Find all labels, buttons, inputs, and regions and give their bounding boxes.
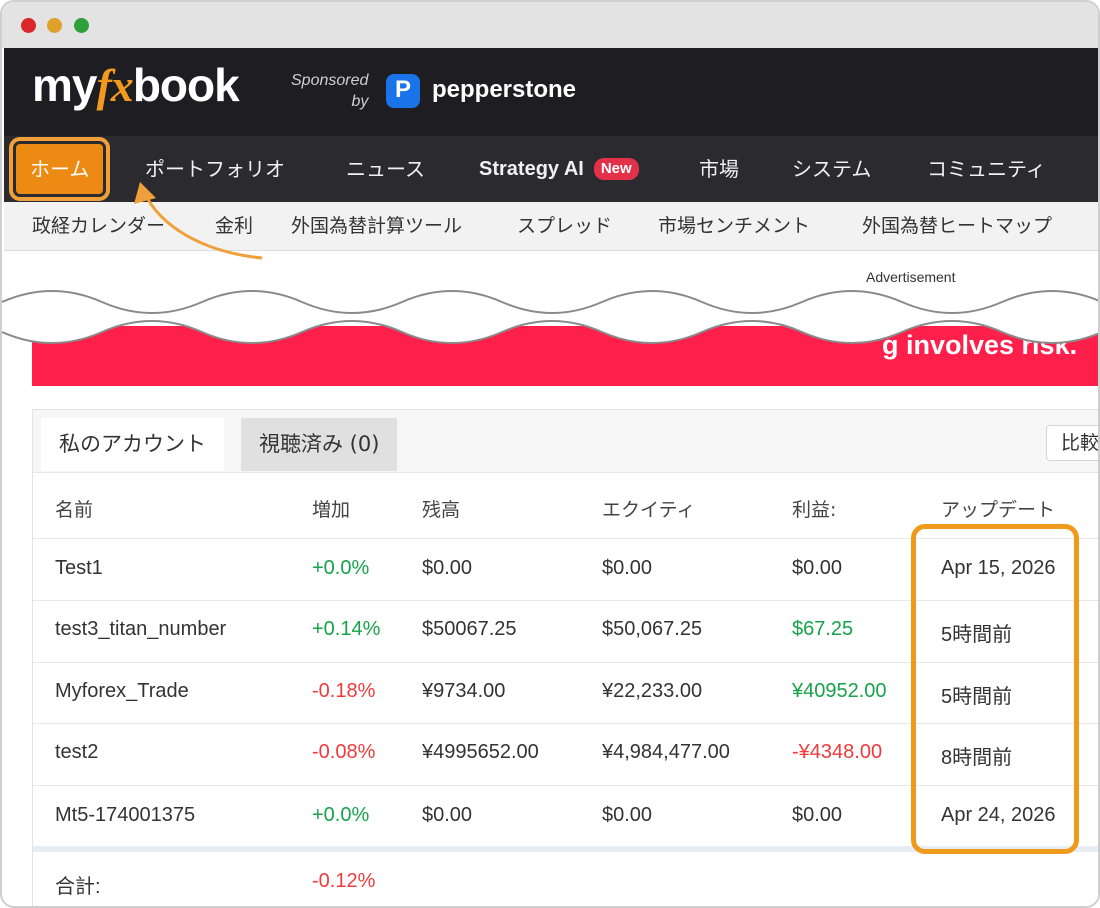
nav-strategy-ai[interactable]: Strategy AI New [479, 136, 639, 202]
update-column-highlight [911, 524, 1079, 854]
callout-arrow-icon [134, 182, 263, 260]
browser-window: myfxbook Sponsored by P pepperstone ホーム … [0, 0, 1100, 908]
subnav-forex-calculators[interactable]: 外国為替計算ツール [291, 202, 462, 250]
account-equity: $0.00 [602, 557, 653, 579]
account-profit: ¥40952.00 [792, 680, 887, 702]
minimize-window-icon[interactable] [47, 18, 62, 33]
tab-watched[interactable]: 視聴済み (0) [241, 418, 398, 471]
subnav-market-sentiment[interactable]: 市場センチメント [658, 202, 810, 250]
account-name[interactable]: test2 [55, 741, 98, 764]
column-header-updated[interactable]: アップデート [941, 495, 1055, 522]
site-header: myfxbook Sponsored by P pepperstone [4, 48, 1098, 136]
nav-systems[interactable]: システム [792, 136, 871, 202]
nav-news[interactable]: ニュース [346, 136, 425, 202]
myfxbook-logo[interactable]: myfxbook [32, 58, 240, 112]
account-name[interactable]: test3_titan_number [55, 618, 226, 641]
column-header-balance[interactable]: 残高 [422, 495, 460, 522]
new-badge: New [593, 158, 639, 180]
account-gain: -0.08% [312, 741, 376, 763]
close-window-icon[interactable] [21, 18, 36, 33]
account-balance: $0.00 [422, 557, 473, 579]
pepperstone-logo-text[interactable]: pepperstone [432, 76, 576, 104]
column-header-equity[interactable]: エクイティ [602, 495, 695, 522]
compare-button[interactable]: 比較 [1046, 425, 1098, 461]
account-name[interactable]: Test1 [55, 557, 103, 580]
account-equity: ¥4,984,477.00 [602, 741, 730, 763]
subnav-forex-heatmap[interactable]: 外国為替ヒートマップ [862, 202, 1052, 250]
account-gain: -0.18% [312, 680, 376, 702]
account-profit: -¥4348.00 [792, 741, 883, 763]
subnav-spreads[interactable]: スプレッド [517, 202, 612, 250]
title-bar [2, 2, 1098, 48]
account-balance: $50067.25 [422, 618, 517, 640]
column-header-name[interactable]: 名前 [55, 495, 93, 522]
account-gain: +0.14% [312, 618, 381, 640]
account-equity: $50,067.25 [602, 618, 703, 640]
pepperstone-logo-icon[interactable]: P [386, 74, 420, 108]
total-label: 合計: [55, 876, 101, 898]
account-gain: +0.0% [312, 804, 370, 826]
account-profit: $67.25 [792, 618, 854, 640]
account-balance: $0.00 [422, 804, 473, 826]
account-gain: +0.0% [312, 557, 370, 579]
nav-community[interactable]: コミュニティ [927, 136, 1046, 202]
account-name[interactable]: Myforex_Trade [55, 680, 189, 703]
torn-edge-wave [2, 290, 1098, 344]
accounts-tabs: 私のアカウント 視聴済み (0) 比較 [33, 410, 1098, 473]
account-balance: ¥4995652.00 [422, 741, 539, 763]
account-balance: ¥9734.00 [422, 680, 506, 702]
account-equity: $0.00 [602, 804, 653, 826]
nav-home[interactable]: ホーム [8, 137, 111, 201]
total-gain: -0.12% [312, 870, 376, 892]
tab-my-accounts[interactable]: 私のアカウント [41, 418, 224, 471]
column-header-gain[interactable]: 増加 [312, 495, 350, 522]
nav-strategy-ai-label: Strategy AI [479, 158, 584, 180]
account-profit: $0.00 [792, 804, 843, 826]
nav-markets[interactable]: 市場 [699, 136, 739, 202]
sponsored-by-label: Sponsored by [291, 72, 369, 110]
column-header-profit[interactable]: 利益: [792, 495, 836, 522]
account-name[interactable]: Mt5-174001375 [55, 804, 195, 827]
account-profit: $0.00 [792, 557, 843, 579]
account-equity: ¥22,233.00 [602, 680, 703, 702]
maximize-window-icon[interactable] [74, 18, 89, 33]
advertisement-label: Advertisement [866, 269, 956, 285]
